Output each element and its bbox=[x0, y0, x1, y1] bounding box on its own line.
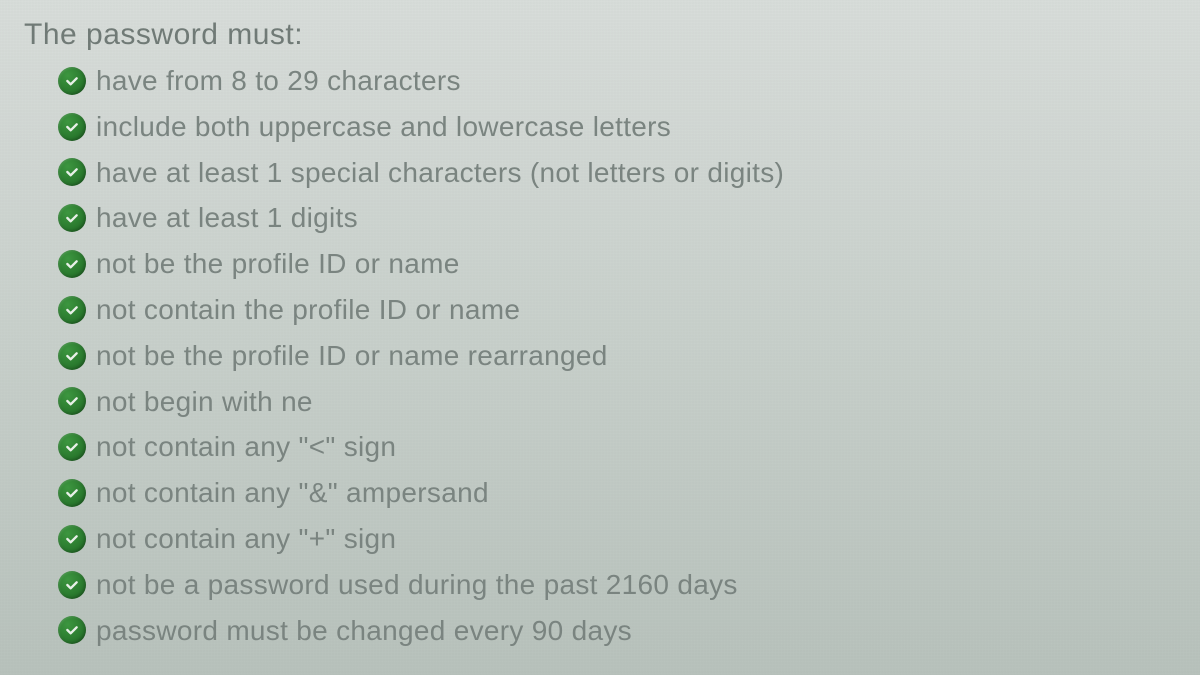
rule-text: have from 8 to 29 characters bbox=[96, 62, 461, 100]
check-circle-icon bbox=[58, 525, 86, 553]
list-item: not be a password used during the past 2… bbox=[58, 566, 1176, 604]
list-item: password must be changed every 90 days bbox=[58, 612, 1176, 650]
password-rules-list: have from 8 to 29 characters include bot… bbox=[24, 62, 1176, 649]
check-circle-icon bbox=[58, 158, 86, 186]
rule-text: not contain any "<" sign bbox=[96, 428, 396, 466]
list-item: have at least 1 digits bbox=[58, 199, 1176, 237]
check-circle-icon bbox=[58, 571, 86, 599]
check-circle-icon bbox=[58, 616, 86, 644]
check-circle-icon bbox=[58, 67, 86, 95]
list-item: have at least 1 special characters (not … bbox=[58, 154, 1176, 192]
list-item: have from 8 to 29 characters bbox=[58, 62, 1176, 100]
check-circle-icon bbox=[58, 204, 86, 232]
rule-text: have at least 1 special characters (not … bbox=[96, 154, 784, 192]
check-circle-icon bbox=[58, 387, 86, 415]
list-item: not contain any "<" sign bbox=[58, 428, 1176, 466]
rule-text: not begin with ne bbox=[96, 383, 313, 421]
rule-text: not contain any "+" sign bbox=[96, 520, 396, 558]
password-requirements-panel: The password must: have from 8 to 29 cha… bbox=[24, 18, 1176, 649]
requirements-heading: The password must: bbox=[24, 18, 1176, 52]
list-item: not contain any "&" ampersand bbox=[58, 474, 1176, 512]
check-circle-icon bbox=[58, 250, 86, 278]
rule-text: not be the profile ID or name bbox=[96, 245, 460, 283]
rule-text: include both uppercase and lowercase let… bbox=[96, 108, 671, 146]
check-circle-icon bbox=[58, 113, 86, 141]
list-item: not be the profile ID or name rearranged bbox=[58, 337, 1176, 375]
list-item: not begin with ne bbox=[58, 383, 1176, 421]
rule-text: not be a password used during the past 2… bbox=[96, 566, 738, 604]
rule-text: not be the profile ID or name rearranged bbox=[96, 337, 608, 375]
list-item: not contain the profile ID or name bbox=[58, 291, 1176, 329]
list-item: not be the profile ID or name bbox=[58, 245, 1176, 283]
rule-text: password must be changed every 90 days bbox=[96, 612, 632, 650]
check-circle-icon bbox=[58, 433, 86, 461]
check-circle-icon bbox=[58, 296, 86, 324]
rule-text: have at least 1 digits bbox=[96, 199, 358, 237]
rule-text: not contain any "&" ampersand bbox=[96, 474, 489, 512]
list-item: include both uppercase and lowercase let… bbox=[58, 108, 1176, 146]
list-item: not contain any "+" sign bbox=[58, 520, 1176, 558]
check-circle-icon bbox=[58, 342, 86, 370]
check-circle-icon bbox=[58, 479, 86, 507]
rule-text: not contain the profile ID or name bbox=[96, 291, 520, 329]
